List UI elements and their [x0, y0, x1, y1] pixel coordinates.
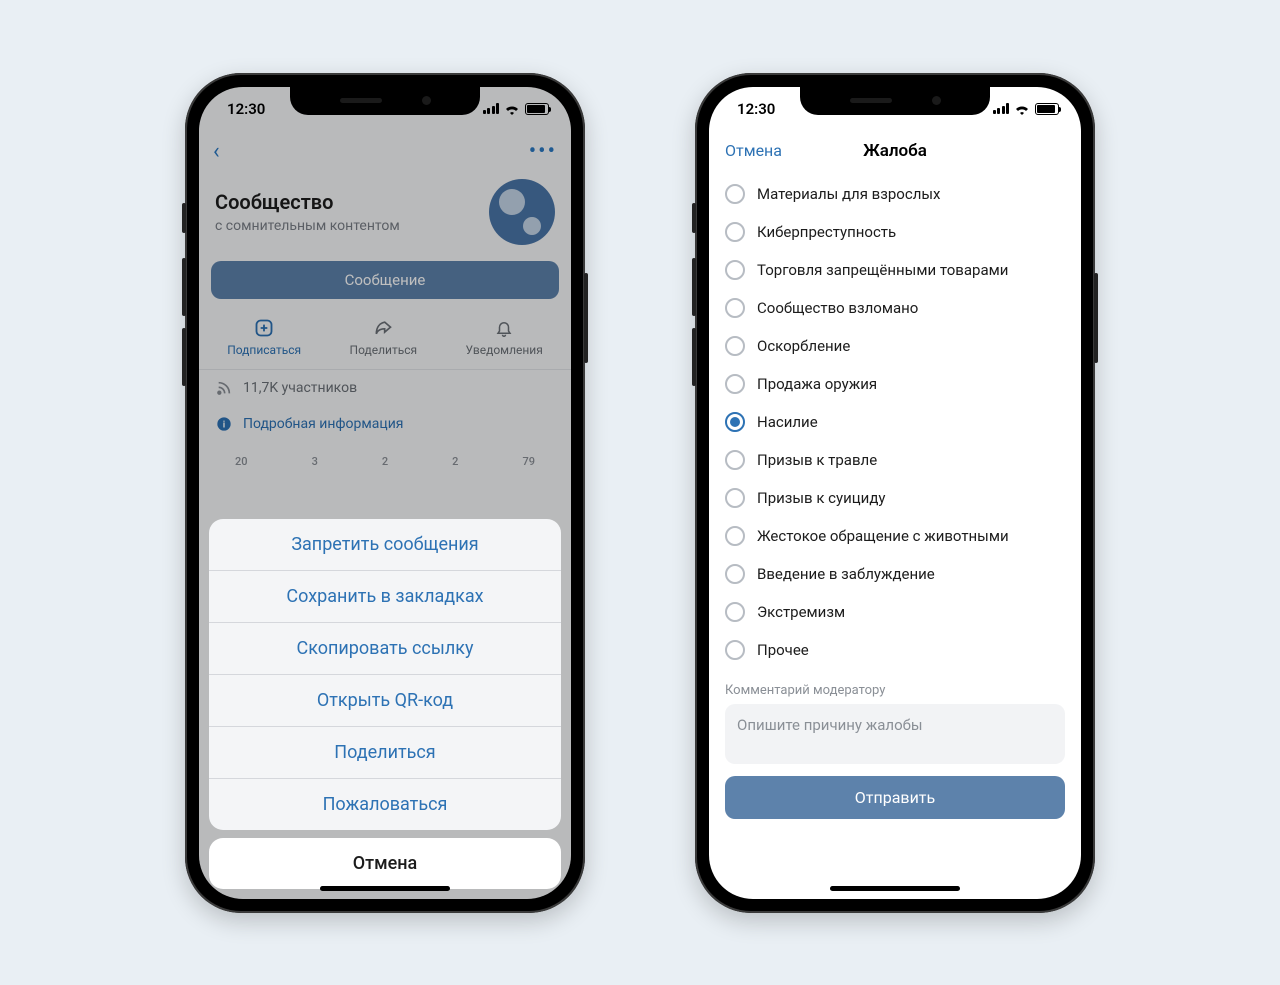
battery-icon: [1035, 103, 1059, 115]
report-reason-label: Оскорбление: [757, 337, 850, 355]
signal-icon: [993, 103, 1010, 114]
report-reason-label: Киберпреступность: [757, 223, 896, 241]
wifi-icon: [1014, 103, 1030, 115]
report-reason-option[interactable]: Насилие: [725, 403, 1065, 441]
report-reason-option[interactable]: Прочее: [725, 631, 1065, 669]
send-button[interactable]: Отправить: [725, 776, 1065, 819]
report-reason-label: Введение в заблуждение: [757, 565, 935, 583]
sheet-item-copy-link[interactable]: Скопировать ссылку: [209, 623, 561, 675]
status-time: 12:30: [737, 100, 775, 118]
sheet-item-open-qr[interactable]: Открыть QR-код: [209, 675, 561, 727]
radio-icon: [725, 374, 745, 394]
radio-icon: [725, 336, 745, 356]
sheet-item-block-messages[interactable]: Запретить сообщения: [209, 519, 561, 571]
report-reason-option[interactable]: Жестокое обращение с животными: [725, 517, 1065, 555]
report-reason-option[interactable]: Торговля запрещёнными товарами: [725, 251, 1065, 289]
sheet-item-share[interactable]: Поделиться: [209, 727, 561, 779]
radio-icon: [725, 564, 745, 584]
radio-icon: [725, 412, 745, 432]
radio-icon: [725, 526, 745, 546]
report-reason-label: Продажа оружия: [757, 375, 877, 393]
comment-input[interactable]: Опишите причину жалобы: [725, 704, 1065, 764]
report-reason-option[interactable]: Введение в заблуждение: [725, 555, 1065, 593]
report-reason-option[interactable]: Киберпреступность: [725, 213, 1065, 251]
comment-label: Комментарий модератору: [709, 679, 1081, 704]
sheet-cancel-button[interactable]: Отмена: [209, 838, 561, 889]
report-reason-option[interactable]: Оскорбление: [725, 327, 1065, 365]
radio-icon: [725, 298, 745, 318]
report-reason-label: Жестокое обращение с животными: [757, 527, 1009, 545]
home-indicator: [830, 886, 960, 891]
report-reason-label: Материалы для взрослых: [757, 185, 940, 203]
radio-icon: [725, 184, 745, 204]
phone-right: 12:30 Отмена Жалоба Материалы для взросл…: [695, 73, 1095, 913]
report-reason-option[interactable]: Продажа оружия: [725, 365, 1065, 403]
cancel-button[interactable]: Отмена: [725, 141, 782, 160]
report-reason-label: Торговля запрещёнными товарами: [757, 261, 1008, 279]
report-reason-option[interactable]: Материалы для взрослых: [725, 175, 1065, 213]
report-reason-list: Материалы для взрослых Киберпреступность Т…: [709, 171, 1081, 679]
report-reason-option[interactable]: Призыв к травле: [725, 441, 1065, 479]
report-reason-option[interactable]: Экстремизм: [725, 593, 1065, 631]
radio-icon: [725, 602, 745, 622]
report-reason-label: Экстремизм: [757, 603, 845, 621]
radio-icon: [725, 640, 745, 660]
report-reason-option[interactable]: Сообщество взломано: [725, 289, 1065, 327]
report-reason-label: Сообщество взломано: [757, 299, 918, 317]
radio-icon: [725, 488, 745, 508]
radio-icon: [725, 222, 745, 242]
sheet-item-save-bookmark[interactable]: Сохранить в закладках: [209, 571, 561, 623]
home-indicator: [320, 886, 450, 891]
report-reason-label: Насилие: [757, 413, 818, 431]
report-reason-label: Призыв к суициду: [757, 489, 885, 507]
page-title: Жалоба: [863, 141, 927, 161]
radio-icon: [725, 450, 745, 470]
report-reason-label: Призыв к травле: [757, 451, 877, 469]
sheet-item-report[interactable]: Пожаловаться: [209, 779, 561, 830]
radio-icon: [725, 260, 745, 280]
action-sheet: Запретить сообщения Сохранить в закладка…: [209, 519, 561, 889]
report-reason-label: Прочее: [757, 641, 809, 659]
report-reason-option[interactable]: Призыв к суициду: [725, 479, 1065, 517]
phone-left: 12:30 ‹ ••• Сообщество с сомнительным ко…: [185, 73, 585, 913]
